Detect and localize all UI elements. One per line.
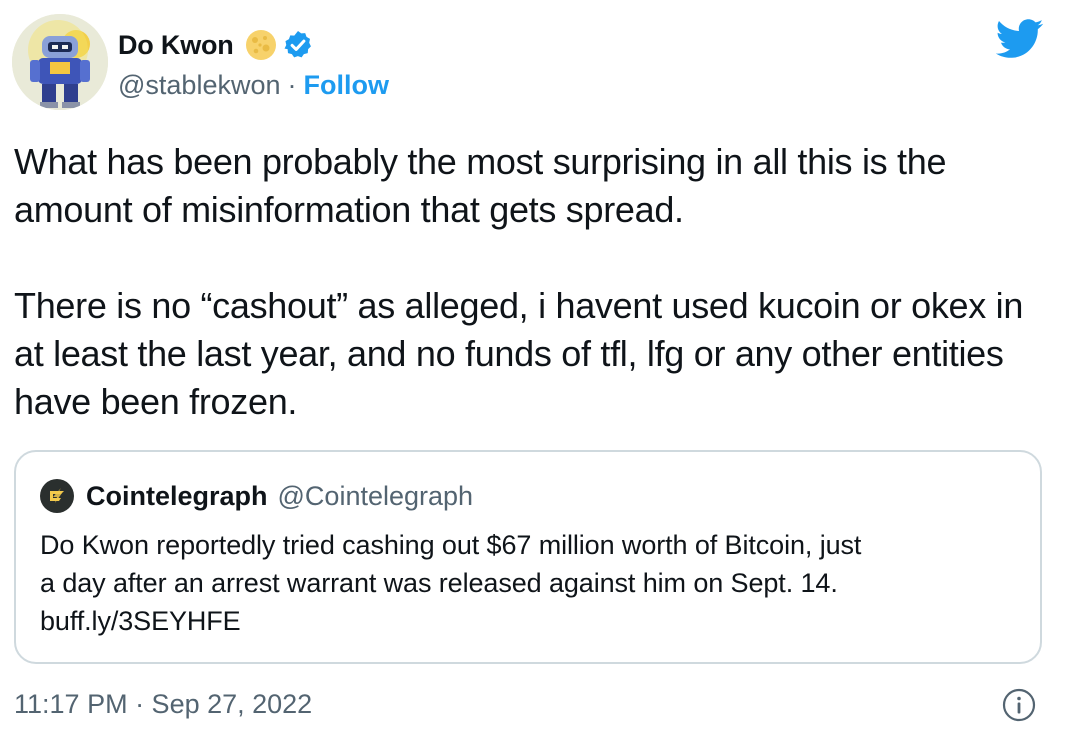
tweet-text: What has been probably the most surprisi…	[14, 138, 1034, 426]
author-handle[interactable]: @stablekwon	[118, 70, 281, 101]
tweet-paragraph: What has been probably the most surprisi…	[14, 141, 947, 230]
quoted-tweet-text: Do Kwon reportedly tried cashing out $67…	[40, 526, 1020, 640]
follow-button[interactable]: Follow	[304, 70, 389, 101]
quoted-text-line: Do Kwon reportedly tried cashing out $67…	[40, 530, 862, 560]
twitter-bird-icon[interactable]	[996, 18, 1044, 60]
author-display-name[interactable]: Do Kwon	[118, 30, 234, 61]
tweet-card: Do Kwon @stablekwon · Follow What has be…	[0, 0, 1068, 738]
author-handle-row: @stablekwon · Follow	[118, 66, 389, 104]
info-icon[interactable]	[1002, 688, 1036, 722]
quoted-display-name[interactable]: Cointelegraph	[86, 481, 268, 512]
quoted-tweet-header: Cointelegraph @Cointelegraph	[40, 478, 473, 514]
author-name-row: Do Kwon	[118, 26, 314, 64]
tweet-paragraph: There is no “cashout” as alleged, i have…	[14, 285, 1024, 422]
tweet-timestamp[interactable]: 11:17 PM · Sep 27, 2022	[14, 684, 312, 724]
quoted-link[interactable]: buff.ly/3SEYHFE	[40, 602, 1020, 640]
moon-icon	[245, 30, 276, 60]
separator-dot: ·	[287, 69, 297, 100]
author-avatar[interactable]	[12, 14, 108, 110]
cointelegraph-logo-icon	[40, 479, 74, 513]
quoted-text-line: a day after an arrest warrant was releas…	[40, 568, 838, 598]
verified-badge-icon	[284, 31, 311, 58]
quoted-handle[interactable]: @Cointelegraph	[278, 481, 474, 512]
quoted-tweet[interactable]: Cointelegraph @Cointelegraph Do Kwon rep…	[14, 450, 1042, 664]
